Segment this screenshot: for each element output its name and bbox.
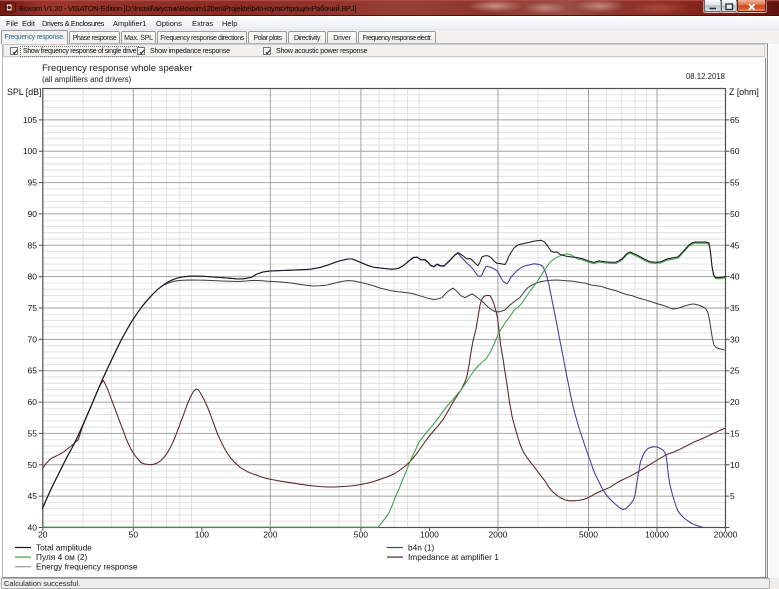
svg-text:10000: 10000 [645,530,669,540]
svg-text:40: 40 [28,523,38,533]
svg-text:60: 60 [28,397,38,407]
svg-text:20: 20 [38,530,48,540]
svg-text:SPL [dB]: SPL [dB] [7,87,41,97]
svg-text:65: 65 [28,366,38,376]
svg-text:Energy frequency response: Energy frequency response [36,562,138,572]
svg-text:45: 45 [730,240,740,250]
svg-text:Z [ohm]: Z [ohm] [729,87,759,97]
svg-text:5000: 5000 [579,530,598,540]
svg-text:55: 55 [730,178,740,188]
svg-text:90: 90 [28,209,38,219]
svg-text:20000: 20000 [714,530,738,540]
svg-text:45: 45 [28,491,38,501]
svg-text:70: 70 [28,334,38,344]
svg-text:5: 5 [730,491,735,501]
svg-text:25: 25 [730,366,740,376]
svg-text:b4n (1): b4n (1) [408,542,435,552]
svg-text:75: 75 [28,303,38,313]
svg-text:200: 200 [263,530,277,540]
svg-text:1000: 1000 [420,530,439,540]
svg-text:80: 80 [28,272,38,282]
svg-text:50: 50 [730,209,740,219]
svg-text:105: 105 [23,115,37,125]
svg-text:55: 55 [28,428,38,438]
svg-text:30: 30 [730,334,740,344]
svg-text:65: 65 [730,115,740,125]
svg-text:15: 15 [730,428,740,438]
svg-text:50: 50 [28,460,38,470]
svg-text:40: 40 [730,272,740,282]
svg-text:2000: 2000 [488,530,507,540]
svg-text:35: 35 [730,303,740,313]
svg-text:20: 20 [730,397,740,407]
svg-text:100: 100 [23,146,37,156]
svg-text:95: 95 [28,178,38,188]
svg-text:Пуля 4 ом (2): Пуля 4 ом (2) [36,552,87,562]
svg-text:50: 50 [129,530,139,540]
svg-text:100: 100 [195,530,209,540]
svg-text:Impedance at amplifier 1: Impedance at amplifier 1 [408,552,499,562]
svg-text:10: 10 [730,460,740,470]
svg-text:85: 85 [28,240,38,250]
svg-text:500: 500 [354,530,368,540]
svg-text:Total amplitude: Total amplitude [36,542,92,552]
svg-text:60: 60 [730,146,740,156]
